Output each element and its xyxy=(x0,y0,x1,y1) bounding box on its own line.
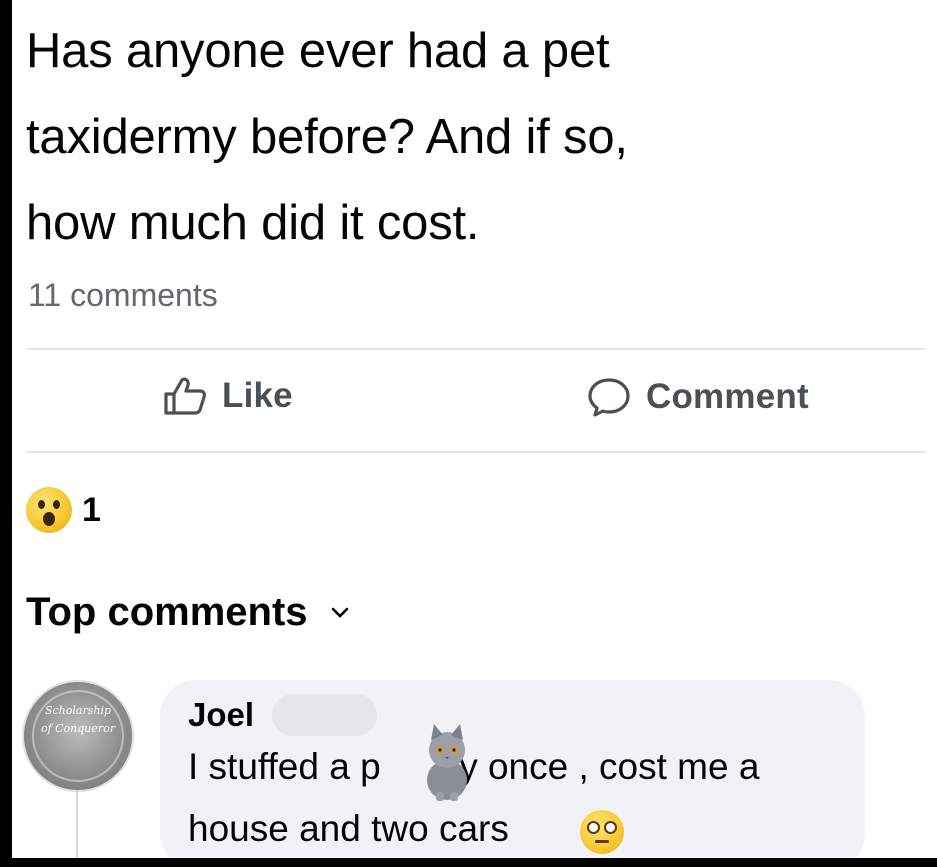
comment-author[interactable]: Joel xyxy=(188,696,254,734)
comment-text-end: sy once , cost me a xyxy=(440,746,760,787)
comment-text-line: house and two cars xyxy=(188,808,509,850)
screenshot-frame: Has anyone ever had a pet taxidermy befo… xyxy=(0,0,937,867)
like-label: Like xyxy=(222,376,293,415)
post-text-line: taxidermy before? And if so, xyxy=(26,110,628,164)
like-button[interactable]: Like xyxy=(162,376,293,416)
reaction-count: 1 xyxy=(82,490,101,529)
chevron-down-icon xyxy=(331,607,348,618)
avatar[interactable]: Scholarship of Conqueror xyxy=(22,680,134,792)
flushed-face-icon xyxy=(580,810,624,854)
divider xyxy=(26,451,926,453)
post-text-line: Has anyone ever had a pet xyxy=(26,24,610,78)
comment-label: Comment xyxy=(646,377,809,416)
post-text: Has anyone ever had a pet taxidermy befo… xyxy=(26,8,906,266)
comment-bubble-icon xyxy=(588,378,630,417)
avatar-badge-text: Scholarship of Conqueror xyxy=(40,704,116,735)
post-card: Has anyone ever had a pet taxidermy befo… xyxy=(12,0,937,858)
top-comments-label: Top comments xyxy=(26,590,308,634)
top-comments-dropdown[interactable]: Top comments xyxy=(26,590,350,635)
reactions-summary[interactable]: 1 xyxy=(26,487,101,533)
comment-text-line2: house and two cars xyxy=(188,808,509,849)
divider xyxy=(26,348,926,350)
kitten-sticker-icon xyxy=(427,724,467,801)
thumbs-up-icon xyxy=(164,377,206,415)
wow-icon xyxy=(26,487,72,533)
comment-text-start: I stuffed a p xyxy=(188,746,381,787)
post-text-line: how much did it cost. xyxy=(26,196,480,250)
comment-count-link[interactable]: 11 comments xyxy=(28,277,218,314)
comment-text-line: I stuffed a p sy once , cost me a xyxy=(188,746,759,788)
author-surname-redaction xyxy=(272,694,377,736)
comment-button[interactable]: Comment xyxy=(586,376,809,418)
thread-line xyxy=(76,790,78,858)
